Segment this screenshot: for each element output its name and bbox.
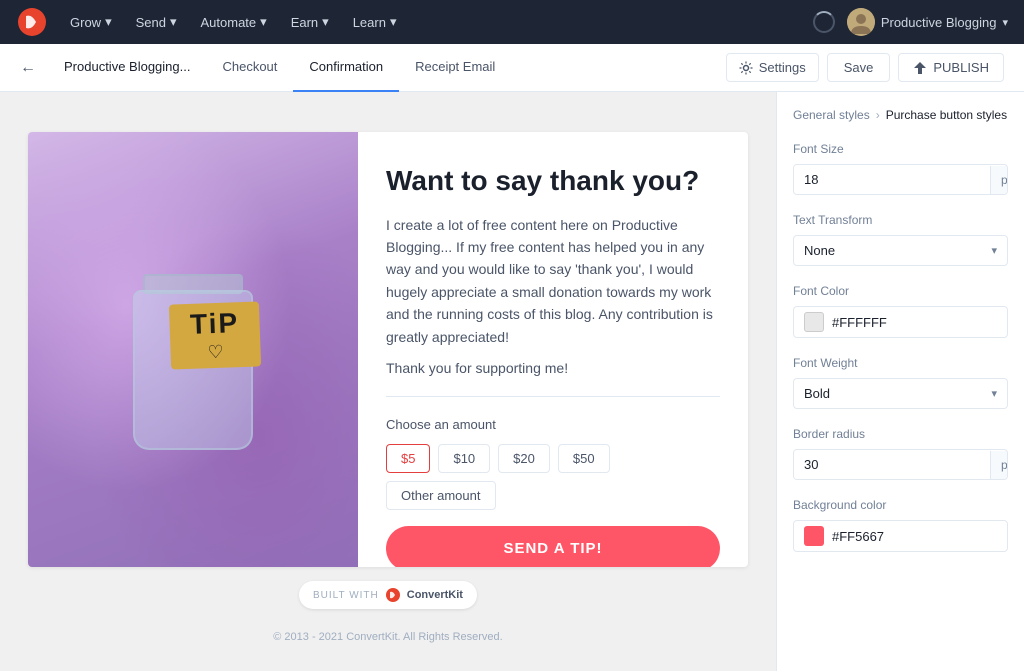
font-color-label: Font Color — [793, 284, 1008, 298]
text-transform-chevron-icon — [981, 237, 1007, 264]
card-content: Want to say thank you? I create a lot of… — [358, 132, 748, 567]
content-area: TiP ♡ Want to say thank you? I create a … — [0, 92, 776, 671]
bg-color-value: #FF5667 — [832, 529, 884, 544]
footer-bar: BUILT WITH ConvertKit — [285, 567, 491, 623]
built-with-text: BUILT WITH — [313, 590, 379, 601]
border-radius-label: Border radius — [793, 427, 1008, 441]
card-thanks-text: Thank you for supporting me! — [386, 360, 720, 397]
footer-brand-name: ConvertKit — [407, 589, 463, 601]
right-panel: General styles Purchase button styles Fo… — [776, 92, 1024, 671]
bg-color-swatch[interactable]: #FF5667 — [793, 520, 1008, 552]
card-body-text: I create a lot of free content here on P… — [386, 214, 720, 348]
nav-item-earn[interactable]: Earn — [281, 8, 339, 36]
font-weight-select-row: Normal Bold Light — [793, 378, 1008, 409]
loading-spinner — [813, 11, 835, 33]
bg-color-preview — [804, 526, 824, 546]
font-weight-section: Font Weight Normal Bold Light — [793, 356, 1008, 409]
settings-icon — [739, 61, 753, 75]
panel-breadcrumb: General styles Purchase button styles — [793, 108, 1008, 122]
tab-receipt-email[interactable]: Receipt Email — [399, 44, 511, 92]
automate-chevron-icon — [260, 14, 267, 30]
sub-nav: ← Productive Blogging... Checkout Confir… — [0, 44, 1024, 92]
earn-chevron-icon — [322, 14, 329, 30]
tab-checkout[interactable]: Checkout — [206, 44, 293, 92]
font-color-section: Font Color #FFFFFF — [793, 284, 1008, 338]
save-button[interactable]: Save — [827, 53, 891, 82]
tip-card: TiP ♡ Want to say thank you? I create a … — [28, 132, 748, 567]
breadcrumb-current: Purchase button styles — [886, 108, 1007, 122]
convertkit-footer-logo — [385, 587, 401, 603]
font-size-suffix: px — [990, 166, 1008, 194]
jar-label: TiP ♡ — [169, 301, 261, 369]
nav-item-automate[interactable]: Automate — [191, 8, 277, 36]
jar-body: TiP ♡ — [133, 290, 253, 450]
jar-label-heart: ♡ — [207, 341, 224, 363]
user-menu[interactable]: Productive Blogging ▾ — [847, 8, 1008, 36]
nav-item-send[interactable]: Send — [126, 8, 187, 36]
amount-other-button[interactable]: Other amount — [386, 481, 496, 510]
nav-item-learn[interactable]: Learn — [343, 8, 407, 36]
border-radius-suffix: px — [990, 451, 1008, 479]
grow-chevron-icon — [105, 14, 112, 30]
amount-options: $5 $10 $20 $50 Other amount — [386, 444, 720, 510]
bg-color-section: Background color #FF5667 — [793, 498, 1008, 552]
border-radius-input-row: px — [793, 449, 1008, 480]
font-size-input-row: px — [793, 164, 1008, 195]
breadcrumb-parent[interactable]: General styles — [793, 108, 870, 122]
amount-20-button[interactable]: $20 — [498, 444, 550, 473]
send-chevron-icon — [170, 14, 177, 30]
main-layout: TiP ♡ Want to say thank you? I create a … — [0, 92, 1024, 671]
font-weight-select[interactable]: Normal Bold Light — [794, 379, 981, 408]
amount-10-button[interactable]: $10 — [438, 444, 490, 473]
breadcrumb-separator-icon — [876, 108, 880, 122]
user-chevron-icon: ▾ — [1002, 16, 1008, 29]
card-image: TiP ♡ — [28, 132, 358, 567]
border-radius-input[interactable] — [794, 450, 990, 479]
font-size-label: Font Size — [793, 142, 1008, 156]
card-title: Want to say thank you? — [386, 164, 720, 198]
amount-50-button[interactable]: $50 — [558, 444, 610, 473]
font-color-value: #FFFFFF — [832, 315, 887, 330]
card-image-inner: TiP ♡ — [28, 132, 358, 567]
publish-button[interactable]: PUBLISH — [898, 53, 1004, 82]
choose-amount-label: Choose an amount — [386, 417, 720, 432]
convertkit-logo — [16, 6, 48, 38]
publish-icon — [913, 61, 927, 75]
top-nav: Grow Send Automate Earn Learn Productive… — [0, 0, 1024, 44]
text-transform-select[interactable]: None Uppercase Lowercase Capitalize — [794, 236, 981, 265]
nav-item-grow[interactable]: Grow — [60, 8, 122, 36]
user-name: Productive Blogging — [881, 15, 997, 30]
tab-productive-blogging[interactable]: Productive Blogging... — [48, 44, 206, 92]
amount-5-button[interactable]: $5 — [386, 444, 430, 473]
text-transform-select-row: None Uppercase Lowercase Capitalize — [793, 235, 1008, 266]
nav-right: Productive Blogging ▾ — [813, 8, 1008, 36]
text-transform-section: Text Transform None Uppercase Lowercase … — [793, 213, 1008, 266]
font-color-swatch[interactable]: #FFFFFF — [793, 306, 1008, 338]
built-with-badge: BUILT WITH ConvertKit — [299, 581, 477, 609]
send-tip-button[interactable]: SEND A TIP! — [386, 526, 720, 567]
border-radius-section: Border radius px — [793, 427, 1008, 480]
sub-nav-actions: Settings Save PUBLISH — [726, 53, 1004, 82]
learn-chevron-icon — [390, 14, 397, 30]
bg-color-label: Background color — [793, 498, 1008, 512]
tip-jar-illustration: TiP ♡ — [113, 240, 273, 460]
font-size-section: Font Size px — [793, 142, 1008, 195]
jar-label-text: TiP — [190, 307, 240, 341]
settings-button[interactable]: Settings — [726, 53, 819, 82]
font-weight-label: Font Weight — [793, 356, 1008, 370]
text-transform-label: Text Transform — [793, 213, 1008, 227]
font-size-input[interactable] — [794, 165, 990, 194]
copyright-text: © 2013 - 2021 ConvertKit. All Rights Res… — [265, 623, 510, 651]
font-weight-chevron-icon — [981, 380, 1007, 407]
font-color-preview — [804, 312, 824, 332]
back-button[interactable]: ← — [20, 59, 36, 77]
tab-confirmation[interactable]: Confirmation — [293, 44, 399, 92]
user-avatar — [847, 8, 875, 36]
